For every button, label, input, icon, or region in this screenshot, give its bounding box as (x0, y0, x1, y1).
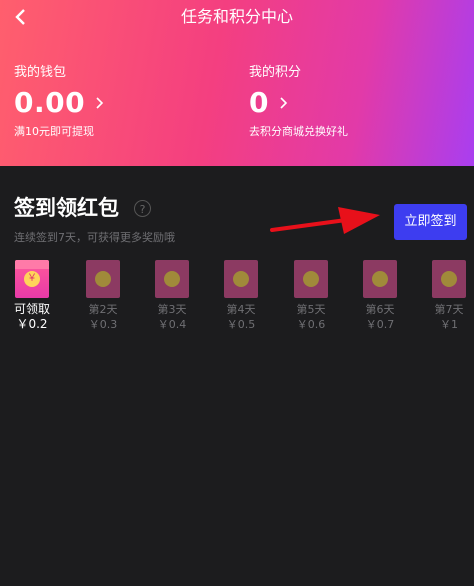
checkin-day: 第6天 ￥0.7 (357, 260, 403, 332)
red-envelope-icon: ￥ (15, 260, 49, 298)
day-label: 第5天 (296, 303, 326, 316)
day-reward: ￥0.5 (226, 318, 256, 331)
checkin-button[interactable]: 立即签到 (394, 204, 467, 240)
question-icon[interactable]: ? (134, 200, 151, 217)
checkin-day: 第4天 ￥0.5 (218, 260, 264, 332)
checkin-title: 签到领红包 (14, 196, 119, 220)
coin-icon (164, 271, 180, 287)
annotation-arrow-icon (270, 207, 380, 234)
day-reward: ￥0.2 (16, 317, 48, 331)
wallet-label: 我的钱包 (14, 65, 67, 80)
wallet-section[interactable]: 我的钱包 0.00 满10元即可提现 (14, 64, 104, 140)
day-reward: ￥1 (440, 318, 458, 331)
coin-icon (95, 271, 111, 287)
red-envelope-icon (224, 260, 258, 298)
checkin-day: 第7天 ￥1 (426, 260, 472, 332)
chevron-right-icon (279, 96, 288, 110)
points-amount-link[interactable]: 0 (249, 86, 348, 120)
coin-icon (303, 271, 319, 287)
red-envelope-icon (432, 260, 466, 298)
checkin-day: 第2天 ￥0.3 (80, 260, 126, 332)
checkin-subtitle: 连续签到7天，可获得更多奖励哦 (14, 231, 175, 244)
day-reward: ￥0.7 (365, 318, 395, 331)
page-title: 任务和积分中心 (180, 7, 293, 26)
points-note: 去积分商城兑换好礼 (249, 125, 348, 138)
day-label: 第2天 (88, 303, 118, 316)
day-label: 第3天 (157, 303, 187, 316)
header-banner: 任务和积分中心 我的钱包 0.00 满10元即可提现 我的积分 0 去积分商城兑… (0, 0, 474, 166)
wallet-amount-link[interactable]: 0.00 (14, 86, 104, 120)
points-amount: 0 (249, 86, 269, 119)
checkin-day[interactable]: ￥ 可领取 ￥0.2 (9, 260, 55, 332)
coin-icon (441, 271, 457, 287)
chevron-right-icon (95, 96, 104, 110)
checkin-day: 第3天 ￥0.4 (149, 260, 195, 332)
day-label: 第6天 (365, 303, 395, 316)
coin-icon (233, 271, 249, 287)
day-label: 可领取 (13, 302, 50, 316)
points-section[interactable]: 我的积分 0 去积分商城兑换好礼 (249, 64, 348, 140)
checkin-day: 第5天 ￥0.6 (288, 260, 334, 332)
day-reward: ￥0.4 (157, 318, 187, 331)
coin-icon (372, 271, 388, 287)
red-envelope-icon (155, 260, 189, 298)
points-label: 我的积分 (249, 65, 302, 80)
red-envelope-icon (294, 260, 328, 298)
day-reward: ￥0.3 (88, 318, 118, 331)
day-reward: ￥0.6 (296, 318, 326, 331)
wallet-note: 满10元即可提现 (14, 125, 94, 138)
coin-icon: ￥ (24, 271, 40, 287)
day-label: 第4天 (226, 303, 256, 316)
red-envelope-icon (86, 260, 120, 298)
day-label: 第7天 (434, 303, 464, 316)
wallet-amount: 0.00 (14, 86, 86, 119)
red-envelope-icon (363, 260, 397, 298)
